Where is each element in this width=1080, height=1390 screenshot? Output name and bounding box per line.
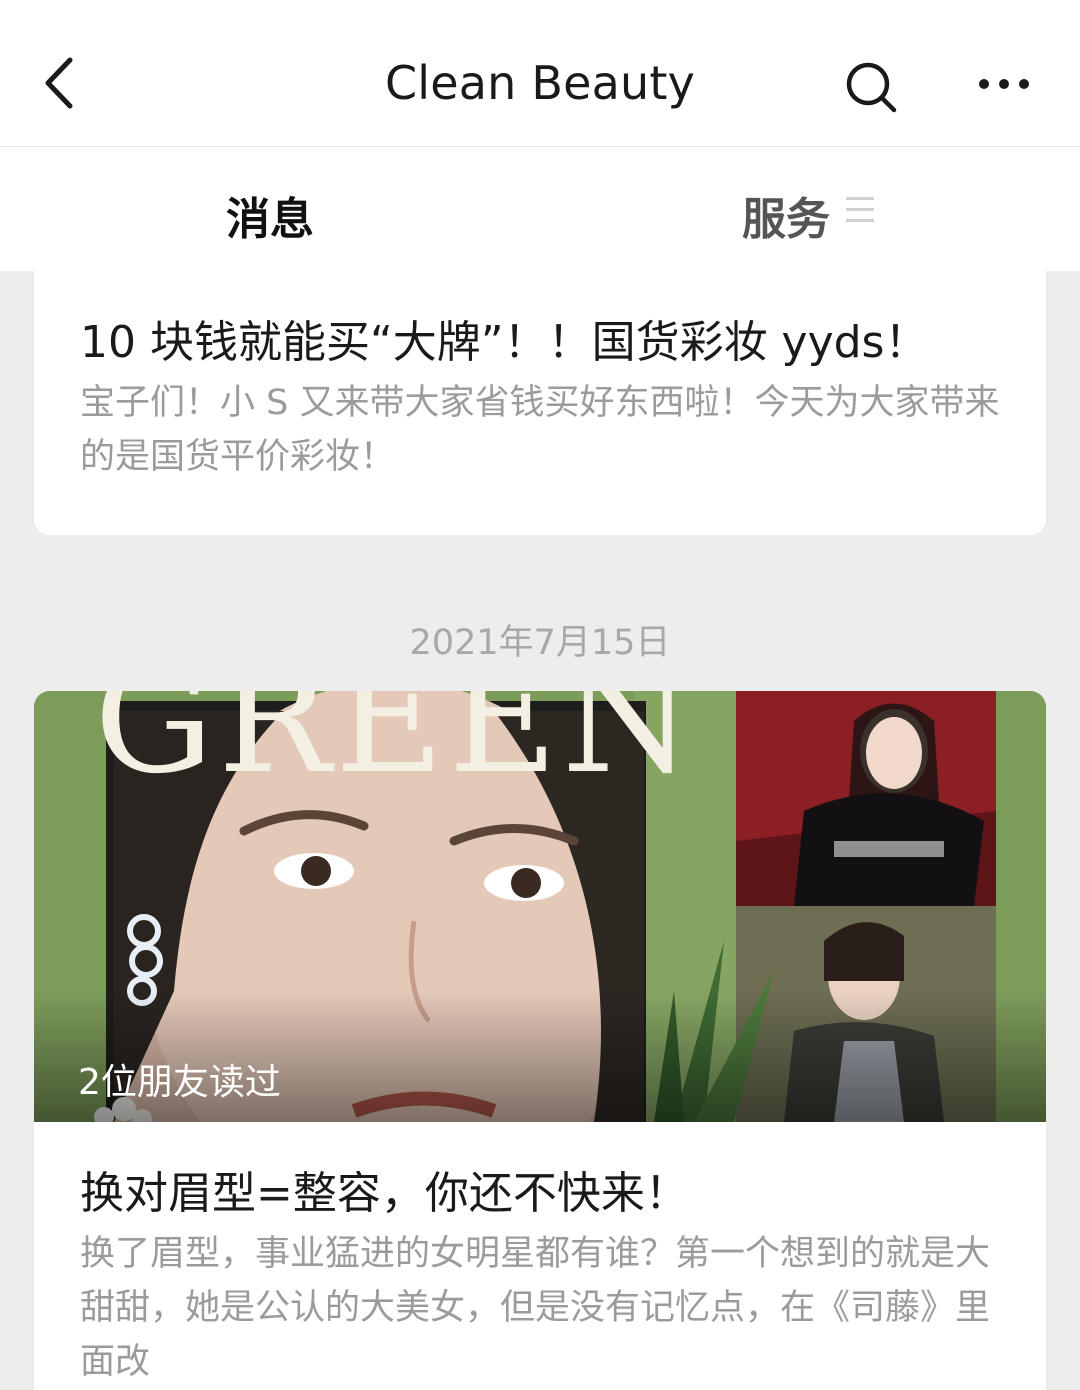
article-summary: 换了眉型，事业猛进的女明星都有谁？第一个想到的就是大甜甜，她是公认的大美女，但是… [80,1234,991,1382]
page-title: Clean Beauty [384,56,696,110]
tab-messages-label: 消息 [226,194,314,245]
article-title: 换对眉型=整容，你还不快来！ [80,1168,689,1219]
article-title: 10 块钱就能买“大牌”！！国货彩妆 yyds！ [80,317,929,368]
featured-article-card[interactable]: GREEN 2位朋友读过 换对眉型=整容，你还不快来！ 换了眉型，事业猛进的女明… [34,691,1046,1390]
more-horizontal-icon [979,79,1029,89]
article-summary: 宝子们！小 S 又来带大家省钱买好东西啦！今天为大家带来的是国货平价彩妆！ [80,383,1000,477]
cover-heading-text: GREEN [94,691,697,807]
chevron-left-icon [45,57,73,109]
article-card[interactable]: 10 块钱就能买“大牌”！！国货彩妆 yyds！ 宝子们！小 S 又来带大家省钱… [34,250,1046,535]
more-button[interactable] [964,60,1044,110]
nav-bar: Clean Beauty [0,0,1080,147]
date-separator: 2021年7月15日 [409,623,671,663]
back-button[interactable] [30,48,100,118]
menu-lines-icon [846,197,874,222]
article-cover-image: GREEN 2位朋友读过 [34,691,1046,1122]
official-account-page: Clean Beauty 消息 服务 10 块钱就能买“大牌”！！国货彩妆 yy… [0,0,1080,1390]
friends-read-badge: 2位朋友读过 [78,1062,281,1103]
search-icon [846,62,897,113]
tab-services-label: 服务 [742,194,830,245]
search-button[interactable] [836,56,906,126]
